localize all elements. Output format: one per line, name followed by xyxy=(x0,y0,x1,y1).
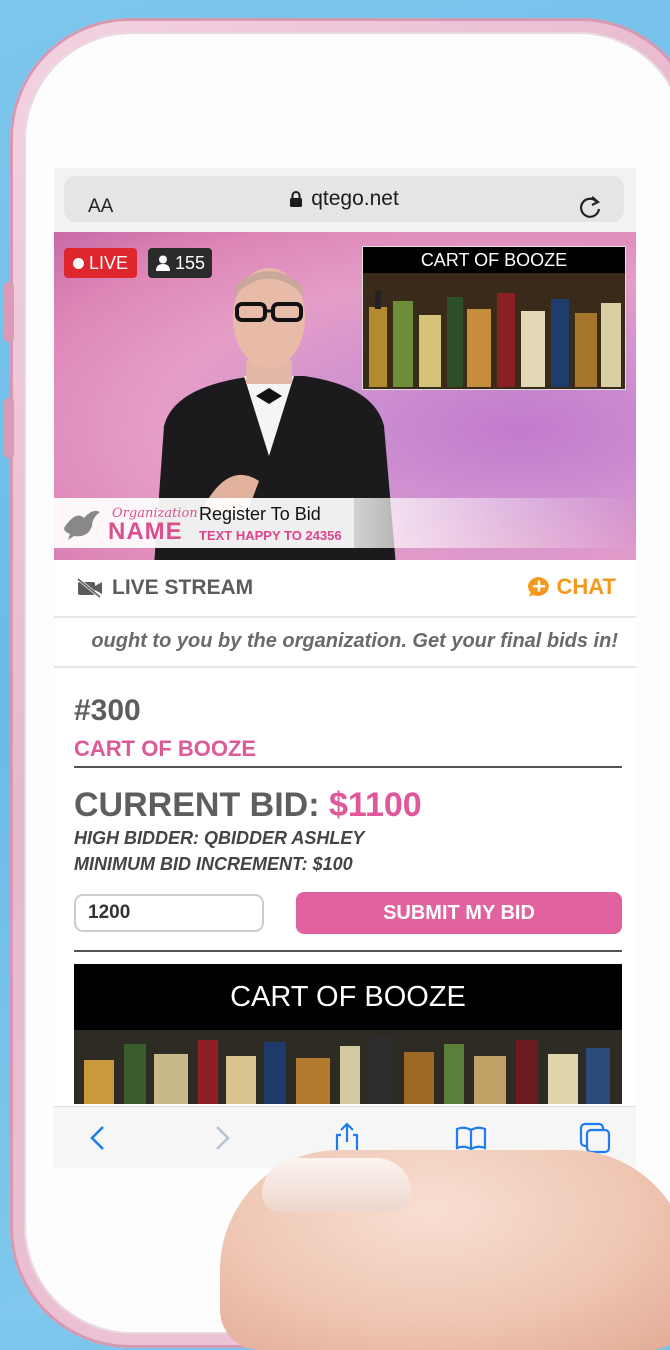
live-label: LIVE xyxy=(89,252,129,273)
divider xyxy=(74,766,622,768)
live-badge: LIVE xyxy=(64,248,138,278)
tab-chat[interactable]: CHAT xyxy=(527,574,616,600)
high-bidder: HIGH BIDDER: QBIDDER ASHLEY xyxy=(74,828,365,848)
item-preview-pip[interactable]: CART OF BOOZE xyxy=(362,246,626,390)
item-image[interactable]: CART OF BOOZE xyxy=(74,964,622,1104)
lock-icon xyxy=(290,191,303,207)
tab-live-stream[interactable]: LIVE STREAM xyxy=(76,576,253,600)
chat-label: CHAT xyxy=(556,574,616,599)
live-dot-icon xyxy=(73,257,84,269)
dove-icon xyxy=(64,510,100,540)
item-name: CART OF BOOZE xyxy=(74,736,257,761)
register-title: Register To Bid xyxy=(199,504,321,524)
item-number: #300 xyxy=(74,694,141,727)
org-name-big: NAME xyxy=(108,518,183,545)
register-subtitle: TEXT HAPPY TO 24356 xyxy=(199,528,342,543)
minimum-bid-increment: MINIMUM BID INCREMENT: $100 xyxy=(74,854,353,874)
current-bid: CURRENT BID: $1100 xyxy=(74,786,422,825)
user-icon xyxy=(156,255,170,271)
live-stream-label: LIVE STREAM xyxy=(112,576,254,599)
divider xyxy=(74,950,622,952)
current-bid-label: CURRENT BID: xyxy=(74,786,320,824)
ticker-text: ought to you by the organization. Get yo… xyxy=(91,630,618,652)
pip-title: CART OF BOOZE xyxy=(363,247,625,273)
phone-screen: AA qtego.net LIVE 155 CART OF BOOZE Orga… xyxy=(54,168,636,1168)
lower-third-fade xyxy=(354,498,636,548)
current-bid-value: $1100 xyxy=(329,786,422,824)
phone-side-button xyxy=(4,282,14,342)
video-off-icon xyxy=(77,578,102,598)
thumbnail xyxy=(262,1158,412,1212)
banner-title: CART OF BOOZE xyxy=(74,964,622,1030)
organization-logo: Organization NAME xyxy=(62,504,198,545)
url-text: qtego.net xyxy=(311,187,399,210)
back-icon[interactable] xyxy=(82,1121,116,1155)
chat-bubble-icon xyxy=(527,577,549,597)
stream-tabs: LIVE STREAM CHAT xyxy=(54,560,636,618)
phone-side-button xyxy=(4,398,14,458)
register-lower-third: Organization NAME Register To Bid TEXT H… xyxy=(54,498,354,548)
forward-icon[interactable] xyxy=(204,1121,238,1155)
browser-url-bar: AA qtego.net xyxy=(54,168,636,232)
viewer-count-badge: 155 xyxy=(148,248,213,278)
address-field[interactable]: AA qtego.net xyxy=(64,176,624,222)
bid-amount-input[interactable]: 1200 xyxy=(74,894,264,932)
text-size-button[interactable]: AA xyxy=(88,196,113,218)
live-video[interactable]: LIVE 155 CART OF BOOZE Organization NAME… xyxy=(54,232,636,560)
announcement-ticker: ought to you by the organization. Get yo… xyxy=(54,618,636,668)
reload-icon[interactable] xyxy=(576,194,604,222)
viewer-count: 155 xyxy=(175,252,206,273)
submit-bid-button[interactable]: SUBMIT MY BID xyxy=(296,892,622,934)
